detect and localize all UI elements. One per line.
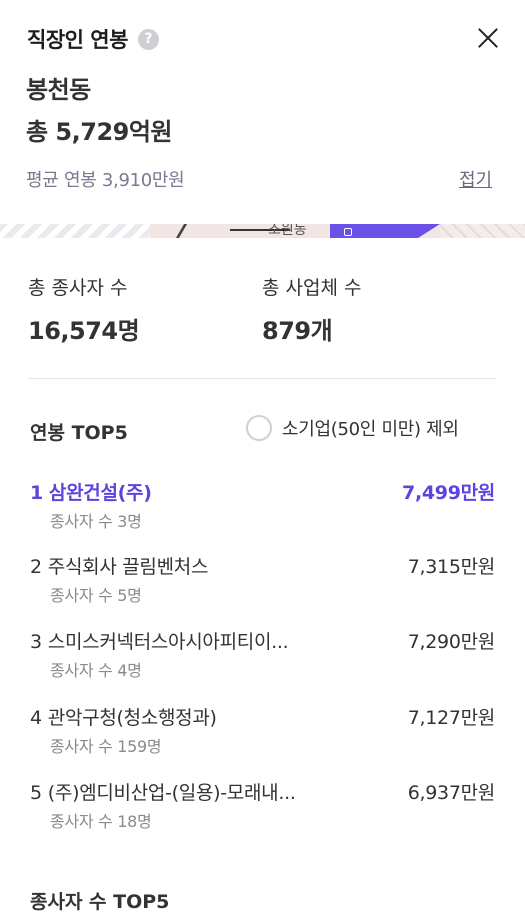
total-salary: 총 5,729억원 <box>26 118 173 146</box>
map-road <box>440 224 525 238</box>
company-name: 스미스커넥터스아시아피티이... <box>47 631 289 653</box>
list-item[interactable]: 1 삼완건설(주) 7,499만원 종사자 수 3명 <box>30 478 495 542</box>
company-salary: 7,127만원 <box>407 707 496 729</box>
employee-top5-title: 종사자 수 TOP5 <box>30 891 170 913</box>
divider <box>28 378 496 379</box>
rank-title: 2 주식회사 끌림벤처스 <box>30 552 208 579</box>
company-employees: 종사자 수 5명 <box>50 586 142 605</box>
map-road <box>0 224 150 238</box>
company-name: (주)엠디비산업-(일용)-모래내... <box>47 782 296 804</box>
rank-number: 5 <box>30 782 42 804</box>
list-item[interactable]: 4 관악구청(청소행정과) 7,127만원 종사자 수 159명 <box>30 703 495 767</box>
exclude-small-business-toggle[interactable]: 소기업(50인 미만) 제외 <box>246 415 459 441</box>
rank-title: 3 스미스커넥터스아시아피티이... <box>30 627 289 654</box>
company-name: 주식회사 끌림벤처스 <box>47 556 209 578</box>
map-marker-icon <box>344 228 352 236</box>
businesses-value: 879개 <box>262 317 333 345</box>
radio-button[interactable] <box>246 415 272 441</box>
list-item[interactable]: 5 (주)엠디비산업-(일용)-모래내... 6,937만원 종사자 수 18명 <box>30 778 495 842</box>
salary-top5-title: 연봉 TOP5 <box>30 422 128 444</box>
rank-number: 1 <box>30 482 43 504</box>
employees-label: 총 종사자 수 <box>28 277 128 299</box>
rank-title: 1 삼완건설(주) <box>30 478 152 505</box>
region-name: 봉천동 <box>26 76 91 104</box>
map-area-label: 조원동 <box>268 224 307 238</box>
average-salary: 평균 연봉 3,910만원 <box>26 170 185 191</box>
rank-title: 5 (주)엠디비산업-(일용)-모래내... <box>30 778 296 805</box>
company-employees: 종사자 수 3명 <box>50 512 142 531</box>
title-row: 직장인 연봉 ? <box>27 24 159 54</box>
company-salary: 7,499만원 <box>402 482 495 504</box>
company-salary: 7,315만원 <box>407 556 496 578</box>
employees-value: 16,574명 <box>28 317 140 345</box>
list-item[interactable]: 2 주식회사 끌림벤처스 7,315만원 종사자 수 5명 <box>30 552 495 616</box>
help-icon[interactable]: ? <box>137 28 159 50</box>
rank-number: 3 <box>30 631 42 653</box>
panel-title: 직장인 연봉 <box>27 28 128 52</box>
rank-number: 4 <box>30 707 42 729</box>
company-employees: 종사자 수 4명 <box>50 661 142 680</box>
company-salary: 7,290만원 <box>407 631 496 653</box>
company-employees: 종사자 수 18명 <box>50 812 152 831</box>
close-icon[interactable] <box>474 24 502 52</box>
company-name: 삼완건설(주) <box>48 482 152 504</box>
list-item[interactable]: 3 스미스커넥터스아시아피티이... 7,290만원 종사자 수 4명 <box>30 627 495 691</box>
map-road <box>175 224 188 238</box>
company-salary: 6,937만원 <box>407 782 496 804</box>
businesses-label: 총 사업체 수 <box>262 277 362 299</box>
fold-link[interactable]: 접기 <box>459 166 492 192</box>
exclude-small-business-label: 소기업(50인 미만) 제외 <box>282 419 459 440</box>
company-name: 관악구청(청소행정과) <box>47 707 217 729</box>
salary-panel-header: 직장인 연봉 ? 봉천동 총 5,729억원 평균 연봉 3,910만원 접기 <box>0 0 525 224</box>
rank-title: 4 관악구청(청소행정과) <box>30 703 217 730</box>
rank-number: 2 <box>30 556 42 578</box>
map-preview[interactable]: 조원동 <box>0 224 525 238</box>
company-employees: 종사자 수 159명 <box>50 737 162 756</box>
